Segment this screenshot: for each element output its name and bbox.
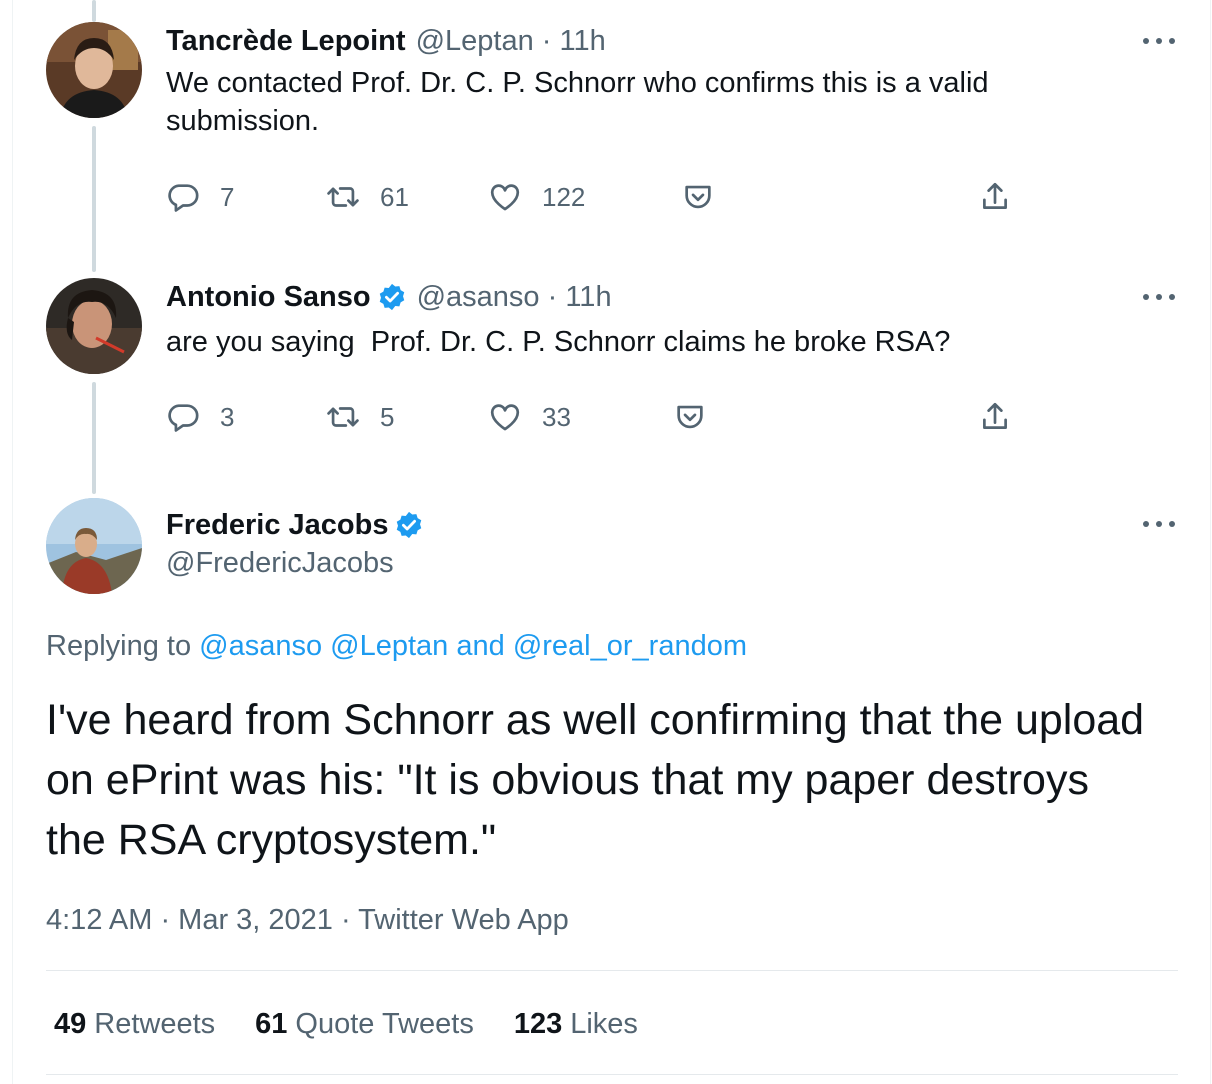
share-button[interactable] bbox=[978, 180, 1012, 214]
like-count: 122 bbox=[542, 181, 586, 212]
main-tweet-text: I've heard from Schnorr as well confirmi… bbox=[46, 696, 1145, 864]
divider bbox=[46, 970, 1178, 971]
mention-link[interactable]: @real_or_random bbox=[513, 630, 747, 662]
pocket-button[interactable] bbox=[673, 400, 707, 434]
main-author-name[interactable]: Frederic Jacobs bbox=[166, 507, 388, 543]
heart-icon bbox=[488, 180, 522, 214]
likes-label: Likes bbox=[570, 1008, 638, 1040]
retweet-count: 5 bbox=[380, 401, 395, 432]
author-handle-time[interactable]: @Leptan · 11h bbox=[416, 24, 606, 58]
retweets-stat[interactable]: 49 Retweets bbox=[54, 1006, 215, 1042]
pocket-icon bbox=[681, 180, 715, 214]
reply-button[interactable]: 7 bbox=[166, 180, 234, 214]
main-author-handle[interactable]: @FredericJacobs bbox=[166, 545, 424, 581]
avatar-tancrede[interactable] bbox=[46, 22, 142, 118]
reply-icon bbox=[166, 400, 200, 434]
share-icon bbox=[978, 180, 1012, 214]
likes-stat[interactable]: 123 Likes bbox=[514, 1006, 638, 1042]
likes-count: 123 bbox=[513, 1008, 563, 1040]
retweet-button[interactable]: 61 bbox=[326, 180, 409, 214]
retweet-icon bbox=[326, 400, 360, 434]
pocket-button[interactable] bbox=[681, 180, 715, 214]
like-button[interactable]: 33 bbox=[488, 400, 571, 434]
quotes-count: 61 bbox=[255, 1008, 288, 1040]
main-author-block: Frederic Jacobs @FredericJacobs bbox=[166, 507, 424, 581]
reply-icon bbox=[166, 180, 200, 214]
replying-prefix: Replying to bbox=[46, 630, 192, 662]
tweet-stats: 49 Retweets 61 Quote Tweets 123 Likes bbox=[54, 1006, 678, 1042]
verified-badge-icon bbox=[377, 282, 407, 312]
verified-badge-icon bbox=[394, 510, 424, 540]
retweet-icon bbox=[326, 180, 360, 214]
mention-link[interactable]: @asanso bbox=[199, 630, 322, 662]
like-count: 33 bbox=[542, 401, 571, 432]
author-name[interactable]: Tancrède Lepoint bbox=[166, 24, 406, 58]
thread-line bbox=[92, 382, 96, 494]
left-border bbox=[12, 0, 13, 1084]
retweets-label: Retweets bbox=[94, 1008, 216, 1040]
mention-link[interactable]: @Leptan bbox=[330, 630, 448, 662]
author-handle-time[interactable]: @asanso · 11h bbox=[417, 280, 612, 314]
thread-line bbox=[92, 0, 96, 22]
reply-count: 7 bbox=[220, 181, 235, 212]
right-border bbox=[1210, 0, 1211, 1084]
share-button[interactable] bbox=[978, 400, 1012, 434]
share-icon bbox=[978, 400, 1012, 434]
more-icon[interactable] bbox=[1143, 518, 1175, 530]
quotes-label: Quote Tweets bbox=[295, 1008, 474, 1040]
thread-line bbox=[92, 126, 96, 272]
like-button[interactable]: 122 bbox=[488, 180, 585, 214]
more-icon[interactable] bbox=[1143, 291, 1175, 303]
avatar-frederic[interactable] bbox=[46, 498, 142, 594]
replying-to: Replying to @asanso @Leptan and @real_or… bbox=[46, 628, 747, 664]
retweet-count: 61 bbox=[380, 181, 409, 212]
tweet-text: are you saying Prof. Dr. C. P. Schnorr c… bbox=[166, 326, 951, 358]
avatar-antonio[interactable] bbox=[46, 278, 142, 374]
tweet-actions: 7 61 122 bbox=[166, 180, 1026, 216]
retweets-count: 49 bbox=[54, 1008, 87, 1040]
more-icon[interactable] bbox=[1143, 35, 1175, 47]
replying-and[interactable]: and bbox=[456, 630, 504, 662]
author-name[interactable]: Antonio Sanso bbox=[166, 280, 371, 314]
heart-icon bbox=[488, 400, 522, 434]
quotes-stat[interactable]: 61 Quote Tweets bbox=[255, 1006, 474, 1042]
tweet-header: Tancrède Lepoint @Leptan · 11h bbox=[166, 24, 606, 58]
divider bbox=[46, 1074, 1178, 1075]
pocket-icon bbox=[673, 400, 707, 434]
retweet-button[interactable]: 5 bbox=[326, 400, 394, 434]
tweet-header: Antonio Sanso @asanso · 11h bbox=[166, 280, 612, 314]
tweet-timestamp[interactable]: 4:12 AM · Mar 3, 2021 · Twitter Web App bbox=[46, 902, 569, 938]
tweet-actions: 3 5 33 bbox=[166, 400, 1026, 436]
tweet-text: We contacted Prof. Dr. C. P. Schnorr who… bbox=[166, 67, 989, 137]
reply-count: 3 bbox=[220, 401, 235, 432]
reply-button[interactable]: 3 bbox=[166, 400, 234, 434]
